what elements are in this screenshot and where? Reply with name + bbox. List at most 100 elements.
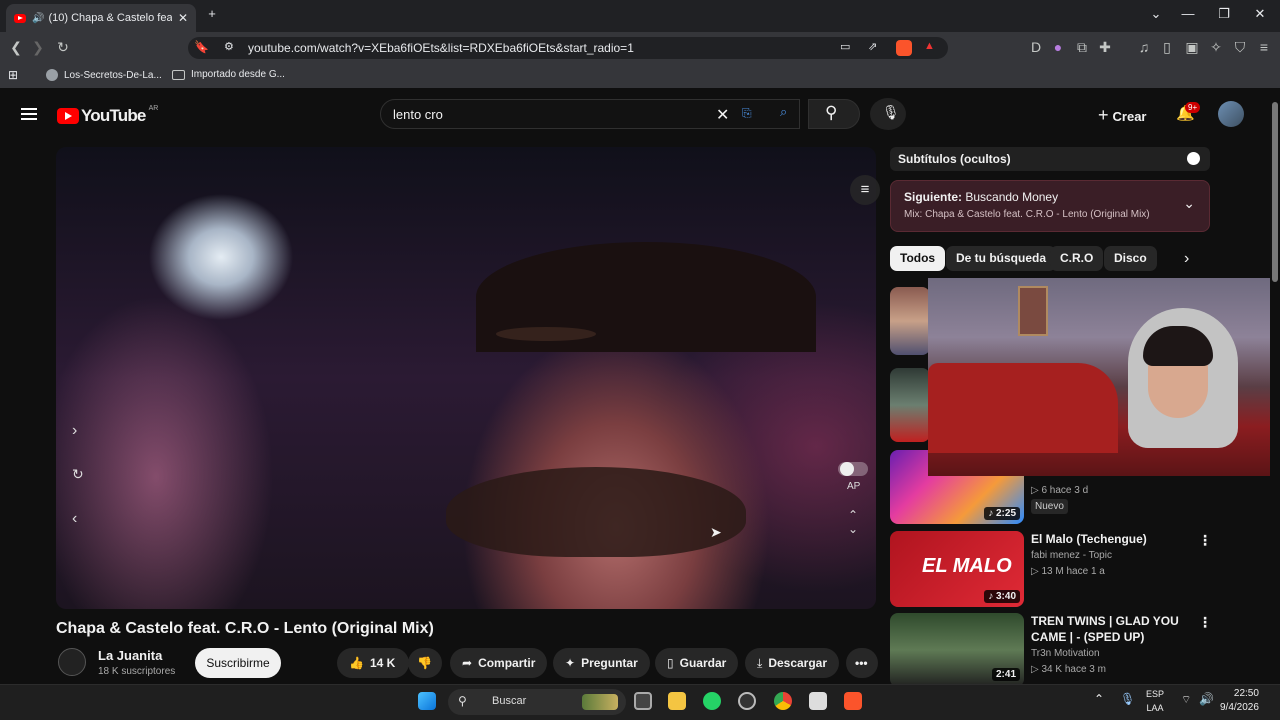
brave-rewards-icon[interactable]: ▲ [924, 40, 935, 52]
tray-app-icon[interactable]: 🎙 [1120, 692, 1135, 706]
app-icon[interactable] [738, 692, 756, 710]
sidebar-icon[interactable]: ▯ [1157, 39, 1177, 56]
reload-icon[interactable]: ↻ [53, 39, 73, 56]
subscribe-button[interactable]: Suscribirme [195, 648, 281, 678]
file-explorer-icon[interactable] [668, 692, 686, 710]
extension-d-icon[interactable]: D [1026, 39, 1046, 55]
translate-icon[interactable]: ⎘ [742, 106, 752, 121]
brave-shield-icon[interactable] [896, 40, 912, 56]
chevron-down-icon[interactable] [1187, 152, 1200, 165]
share-button[interactable]: ➦ Compartir [450, 648, 548, 678]
chevron-right-icon[interactable]: › [72, 422, 77, 440]
expand-icon[interactable]: ⌃ ⌄ [848, 508, 858, 536]
next-in-mix-panel[interactable]: Siguiente: Buscando Money Mix: Chapa & C… [890, 180, 1210, 232]
language-indicator[interactable]: ESP LAA [1146, 687, 1164, 715]
video-title-link[interactable]: TREN TWINS | GLAD YOU CAME | - (SPED UP) [1031, 613, 1206, 645]
media-icon[interactable]: ♫ [1134, 39, 1154, 55]
dislike-button[interactable]: 👎 [408, 648, 442, 678]
leo-icon[interactable]: ✧ [1206, 39, 1226, 56]
taskbar-search[interactable]: ⚲ Buscar [448, 689, 626, 715]
scroll-thumb[interactable] [1272, 102, 1278, 282]
whatsapp-icon[interactable] [703, 692, 721, 710]
search-button[interactable]: ⚲ [808, 99, 860, 129]
tab-search-icon[interactable]: ⌄ [1144, 6, 1168, 22]
close-tab-icon[interactable]: ✕ [178, 11, 188, 25]
back-icon[interactable]: ❮ [6, 39, 26, 56]
youtube-logo[interactable]: YouTube AR [57, 105, 158, 126]
duration: 2:25 [995, 508, 1016, 519]
wallet-icon[interactable]: ▣ [1182, 39, 1202, 56]
video-thumbnail[interactable] [890, 368, 930, 442]
share-icon[interactable]: ⇗ [868, 40, 877, 53]
channel-name[interactable]: La Juanita [98, 648, 162, 663]
channel-name[interactable]: Tr3n Motivation [1031, 648, 1100, 659]
video-title-link[interactable]: El Malo (Techengue) [1031, 531, 1206, 547]
close-window-icon[interactable]: ✕ [1248, 6, 1272, 22]
chevron-left-icon[interactable]: ‹ [72, 510, 77, 528]
tray-expand-icon[interactable]: ⌃ [1094, 692, 1104, 706]
autoplay-toggle[interactable] [838, 462, 868, 476]
voice-search-button[interactable]: 🎙 [870, 98, 906, 130]
page-scrollbar[interactable] [1270, 92, 1280, 684]
windows-start-icon[interactable] [418, 692, 436, 710]
browser-tab[interactable]: 🔊 (10) Chapa & Castelo feat. C.R ✕ [6, 4, 196, 32]
clear-search-icon[interactable]: ✕ [716, 105, 729, 125]
site-info-icon[interactable]: ⚙ [224, 40, 234, 53]
download-button[interactable]: ⤓ Descargar [745, 648, 840, 678]
like-button[interactable]: 👍 14 K [337, 648, 409, 678]
task-view-icon[interactable] [634, 692, 652, 710]
subtitles-panel[interactable]: Subtítulos (ocultos) [890, 147, 1210, 171]
more-actions-button[interactable]: ••• [846, 648, 878, 678]
cast-icon[interactable]: ▭ [840, 40, 850, 53]
item-menu-icon[interactable]: ⋮ [1198, 532, 1212, 549]
search-extension-icon[interactable]: ⌕ [780, 104, 787, 120]
chip-disco[interactable]: Disco [1104, 246, 1157, 271]
volume-icon[interactable]: 🔊 [1199, 692, 1214, 706]
guide-menu-icon[interactable] [21, 108, 37, 120]
video-thumbnail[interactable] [890, 287, 930, 355]
apps-grid-icon[interactable]: ⊞ [8, 68, 18, 82]
taskbar-search-label: Buscar [492, 695, 527, 707]
chips-next-icon[interactable]: › [1184, 250, 1189, 268]
video-thumbnail[interactable]: 2:41 [890, 613, 1024, 687]
search-input[interactable]: lento cro [380, 99, 800, 129]
chip-todos[interactable]: Todos [890, 246, 946, 271]
address-bar[interactable]: 🔖 ⚙ youtube.com/watch?v=XEba6fiOEts&list… [188, 37, 948, 59]
channel-name[interactable]: fabi menez - Topic [1031, 550, 1112, 561]
video-thumbnail[interactable]: EL MALO ♪ 3:40 [890, 531, 1024, 607]
youtube-favicon-icon [14, 13, 26, 23]
minimize-icon[interactable]: — [1176, 6, 1200, 21]
app-icon[interactable] [809, 692, 827, 710]
item-menu-icon[interactable]: ⋮ [1198, 614, 1212, 631]
bookmark-icon[interactable]: 🔖 [194, 40, 209, 54]
wifi-icon[interactable]: ⌔ [1181, 693, 1191, 707]
bookmark-folder[interactable]: Importado desde G... [172, 69, 285, 80]
vpn-icon[interactable]: ⛉ [1230, 39, 1250, 56]
chrome-icon[interactable] [774, 692, 792, 710]
avatar[interactable] [1218, 101, 1244, 127]
extension-purple-icon[interactable]: ● [1048, 39, 1068, 55]
mouse-cursor-icon: ➤ [710, 524, 722, 540]
clock[interactable]: 22:50 9/4/2026 [1220, 687, 1259, 715]
expand-mix-icon[interactable]: ⌄ [1183, 195, 1195, 212]
maximize-icon[interactable]: ❐ [1212, 6, 1236, 22]
extension-link-icon[interactable]: ⧉ [1072, 39, 1092, 56]
playlist-menu-icon[interactable]: ≡ [850, 175, 880, 205]
video-player[interactable] [56, 147, 876, 609]
chip-cro[interactable]: C.R.O [1050, 246, 1104, 271]
new-tab-icon[interactable]: + [200, 6, 224, 21]
bookmark-item[interactable]: Los-Secretos-De-La... [46, 69, 162, 81]
channel-avatar[interactable] [58, 648, 86, 676]
replay-icon[interactable]: ↻ [72, 466, 84, 483]
brave-icon[interactable] [844, 692, 862, 710]
youtube-play-icon [57, 108, 79, 124]
menu-icon[interactable]: ≡ [1254, 39, 1274, 55]
forward-icon[interactable]: ❯ [28, 39, 48, 56]
time: 22:50 [1233, 688, 1259, 699]
save-button[interactable]: ▯ Guardar [655, 648, 739, 678]
create-button[interactable]: + Crear [1098, 105, 1146, 126]
extensions-icon[interactable]: ✚ [1095, 39, 1115, 56]
sparkle-icon: ✦ [565, 656, 576, 670]
ask-button[interactable]: ✦ Preguntar [553, 648, 650, 678]
chip-de-tu-busqueda[interactable]: De tu búsqueda [946, 246, 1057, 271]
